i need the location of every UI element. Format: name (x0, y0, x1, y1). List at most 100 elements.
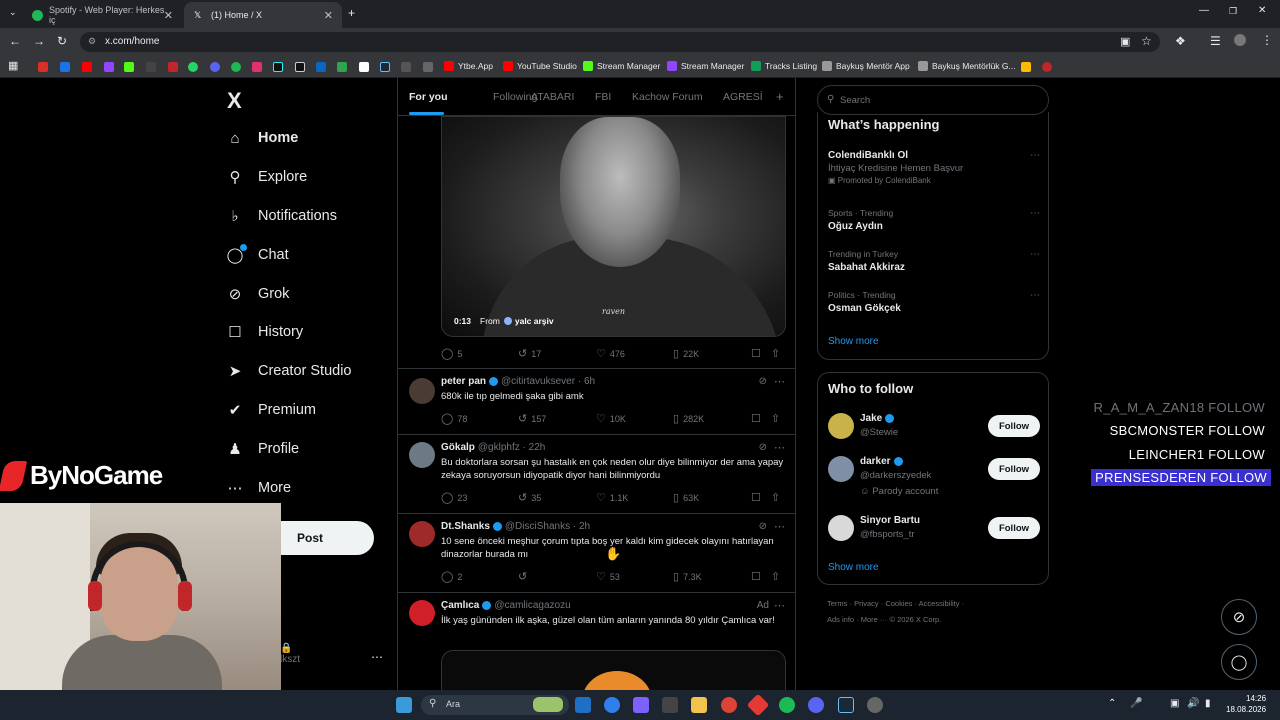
avatar[interactable] (828, 456, 854, 482)
repost-button[interactable]: ↺ 17 (518, 347, 541, 360)
apps-icon[interactable]: ▦ (8, 59, 18, 72)
tab-for-you[interactable]: For you (409, 91, 448, 103)
bookmark-stream-manager-kick[interactable]: Stream Manager (583, 61, 660, 71)
tab-spotify[interactable]: Spotify - Web Player: Herkes iç ✕ (22, 2, 182, 28)
bookmark-baykus-mentorluk[interactable]: Baykuş Mentörlük G... (918, 61, 1016, 71)
bookmark-stream-manager-twitch[interactable]: Stream Manager (667, 61, 744, 71)
app-icon[interactable] (575, 697, 591, 713)
follow-button[interactable]: Follow (988, 517, 1040, 539)
tweet-author-name[interactable]: Çamlıca (441, 600, 479, 611)
star-icon[interactable]: ☆ (1141, 34, 1152, 48)
bookmark-icon[interactable] (423, 62, 433, 72)
more-icon[interactable]: ⋯ (774, 375, 785, 388)
bookmark-icon[interactable] (337, 62, 347, 72)
site-info-icon[interactable]: ⚙ (88, 36, 96, 47)
views-button[interactable]: ▯ 282K (673, 412, 704, 425)
footer-links[interactable]: Terms · Privacy · Cookies · Accessibilit… (827, 599, 964, 608)
avatar[interactable] (409, 600, 435, 626)
share-button[interactable]: ⇧ (771, 347, 784, 360)
views-button[interactable]: ▯ 22K (673, 347, 699, 360)
account-switcher[interactable]: 🔒 lkszt (280, 643, 300, 665)
more-icon[interactable]: ⋯ (774, 441, 785, 454)
follow-button[interactable]: Follow (988, 415, 1040, 437)
bookmark-button[interactable]: ☐ (751, 412, 765, 425)
forward-icon[interactable]: → (33, 34, 45, 48)
reply-button[interactable]: ◯ 5 (441, 347, 462, 360)
share-button[interactable]: ⇧ (771, 412, 784, 425)
tweet-time[interactable]: 22h (529, 442, 546, 453)
new-tab-icon[interactable]: + (348, 6, 355, 20)
youtube-icon[interactable] (82, 62, 92, 72)
media-icon[interactable]: ☰ (1210, 34, 1221, 48)
sidebar-item-grok[interactable]: ⊘ Grok (226, 282, 290, 306)
explorer-icon[interactable] (691, 697, 707, 713)
tab-x-home[interactable]: 𝕏 (1) Home / X ✕ (184, 2, 342, 28)
mic-icon[interactable]: 🎤 (1130, 698, 1142, 709)
back-icon[interactable]: ← (9, 34, 21, 48)
kick-icon[interactable] (124, 62, 134, 72)
more-icon[interactable]: ⋯ (1030, 290, 1040, 301)
video-player[interactable]: raven 0:13 From yalc arşiv (441, 116, 786, 337)
bookmark-button[interactable]: ☐ (751, 491, 765, 504)
tweet-media[interactable] (441, 650, 786, 690)
sidebar-item-profile[interactable]: ♟ Profile (226, 437, 299, 461)
reply-button[interactable]: ◯ 23 (441, 491, 467, 504)
twitch-icon[interactable] (104, 62, 114, 72)
sidebar-item-home[interactable]: ⌂ Home (226, 126, 298, 150)
tab-kachow-forum[interactable]: Kachow Forum (632, 91, 703, 103)
tweet-author-handle[interactable]: @citirtavuksever (501, 376, 575, 387)
sidebar-item-premium[interactable]: ✔ Premium (226, 398, 316, 422)
more-icon[interactable]: ⋯ (774, 599, 785, 612)
tab-agresi[interactable]: AGRESİ (723, 91, 763, 103)
messages-fab[interactable]: ◯ (1221, 644, 1257, 680)
show-more-link[interactable]: Show more (828, 336, 879, 347)
bookmark-baykus-mentor-app[interactable]: Baykuş Mentör App (822, 61, 910, 71)
spotify-icon[interactable] (231, 62, 241, 72)
bookmark-icon[interactable] (60, 62, 70, 72)
spotify-icon[interactable] (779, 697, 795, 713)
tweet-author-handle[interactable]: @camlicagazozu (494, 600, 570, 611)
share-button[interactable]: ⇧ (771, 491, 784, 504)
sidebar-item-notifications[interactable]: ♭ Notifications (226, 204, 337, 228)
views-button[interactable]: ▯ 7.3K (673, 570, 702, 583)
tweet-author-handle[interactable]: @gklphfz (478, 442, 520, 453)
copilot-icon[interactable] (633, 697, 649, 713)
tab-atabari[interactable]: ATABARI (531, 91, 574, 103)
close-tab-icon[interactable]: ✕ (324, 9, 333, 22)
grok-fab[interactable]: ⊘ (1221, 599, 1257, 635)
reply-button[interactable]: ◯ 2 (441, 570, 462, 583)
gmail-icon[interactable] (38, 62, 48, 72)
bookmark-ytbe-app[interactable]: Ytbe.App (444, 61, 493, 71)
tab-fbi[interactable]: FBI (595, 91, 611, 103)
sidebar-item-history[interactable]: ☐ History (226, 320, 303, 344)
bookmark-youtube-studio[interactable]: YouTube Studio (503, 61, 577, 71)
bookmark-button[interactable]: ☐ (751, 570, 765, 583)
chrome-icon[interactable] (721, 697, 737, 713)
x-logo[interactable]: X (227, 88, 242, 114)
tiktok-icon[interactable] (273, 62, 283, 72)
avatar[interactable] (828, 413, 854, 439)
battery-icon[interactable]: ▮ (1205, 698, 1211, 709)
video-source[interactable]: yalc arşiv (515, 316, 554, 326)
steam-icon[interactable] (380, 62, 390, 72)
discord-icon[interactable] (808, 697, 824, 713)
steam-icon[interactable] (838, 697, 854, 713)
linkedin-icon[interactable] (316, 62, 326, 72)
sidebar-item-chat[interactable]: ◯ Chat (226, 243, 289, 267)
store-icon[interactable] (662, 697, 678, 713)
taskbar-search[interactable]: ⚲ Ara (421, 695, 569, 715)
tweet-author-name[interactable]: Gökalp (441, 442, 475, 453)
like-button[interactable]: ♡ 1.1K (596, 491, 628, 504)
start-icon[interactable] (396, 697, 412, 713)
follow-suggestion[interactable]: Jake @Stewie Follow (828, 409, 1040, 443)
grok-icon[interactable]: ⊘ (759, 521, 767, 532)
bookmark-icon[interactable] (359, 62, 369, 72)
sidebar-item-creator-studio[interactable]: ➤ Creator Studio (226, 359, 352, 383)
avatar[interactable] (409, 521, 435, 547)
follow-button[interactable]: Follow (988, 458, 1040, 480)
add-tab-icon[interactable]: + (776, 89, 784, 104)
tweet-author-name[interactable]: Dt.Shanks (441, 521, 490, 532)
show-more-link[interactable]: Show more (828, 562, 879, 573)
menu-icon[interactable]: ⋮ (1261, 33, 1273, 47)
follow-suggestion[interactable]: Sinyor Bartu @fbsports_tr Follow (828, 511, 1040, 545)
